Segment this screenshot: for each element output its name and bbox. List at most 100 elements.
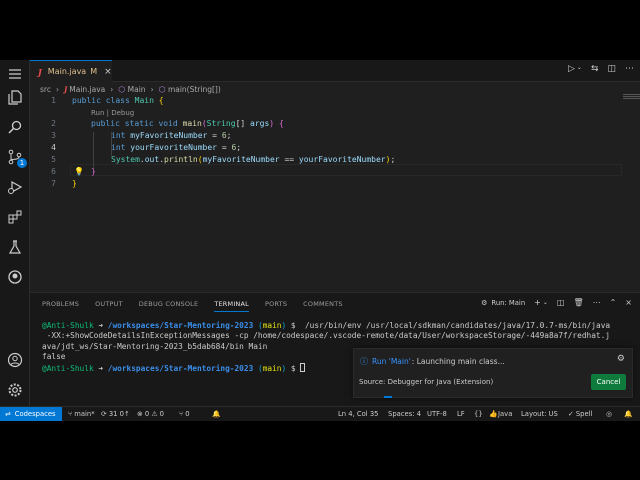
java-file-icon: J: [63, 85, 68, 94]
terminal-line: -XX:+ShowCodeDetailsInExceptionMessages …: [42, 331, 610, 341]
code-line-6: }: [91, 167, 96, 176]
cancel-button[interactable]: Cancel: [591, 374, 626, 390]
current-line-highlight: [70, 164, 622, 176]
tab-close-icon[interactable]: ×: [104, 67, 112, 77]
editor-actions: ▷ ⌄ ⇆ ◫ ⋯: [568, 64, 634, 74]
lightbulb-icon[interactable]: 💡: [74, 167, 84, 176]
tab-problems[interactable]: PROBLEMS: [42, 300, 79, 312]
spell-check[interactable]: ✓ Spell: [568, 410, 592, 418]
run-button-icon[interactable]: ▷: [568, 64, 575, 74]
more-actions-icon[interactable]: ⋯: [625, 64, 634, 74]
extensions-icon[interactable]: [5, 207, 25, 227]
notification-message: ⓘ Run 'Main': Launching main class...: [360, 356, 505, 367]
kill-terminal-icon[interactable]: 🗑: [573, 298, 583, 307]
breadcrumb-class[interactable]: ⬡ Main: [118, 85, 145, 94]
settings-gear-icon[interactable]: [5, 380, 25, 400]
ports-indicator[interactable]: ⑂ 0: [179, 410, 190, 418]
maximize-panel-icon[interactable]: ⌃: [610, 298, 617, 307]
minimap[interactable]: [623, 94, 640, 100]
keyboard-layout[interactable]: Layout: US: [521, 410, 558, 418]
terminal-dropdown-icon[interactable]: ⌄: [543, 299, 548, 306]
account-icon[interactable]: [5, 350, 25, 370]
source-control-badge: 1: [17, 158, 27, 168]
breadcrumb-separator: ›: [55, 85, 59, 94]
panel-actions: ⚙ Run: Main + ⌄ ◫ 🗑 ⋯ ⌃ ×: [481, 298, 632, 307]
spell-label: Spell: [575, 410, 593, 418]
breadcrumb-separator: ›: [110, 85, 114, 94]
tab-main-java[interactable]: J Main.java M ×: [30, 60, 112, 82]
language-brace-icon[interactable]: {}: [474, 410, 483, 418]
letterbox-top: [0, 0, 640, 60]
code-line-3: int myFavoriteNumber = 6;: [111, 131, 232, 140]
code-lens-run-debug[interactable]: Run | Debug: [91, 109, 134, 117]
code-line-1: public class Main {: [72, 96, 164, 105]
open-changes-icon[interactable]: ⇆: [591, 64, 599, 74]
line-number: 5: [51, 155, 56, 164]
code-editor[interactable]: 1 public class Main { Run | Debug 2 publ…: [30, 94, 640, 292]
remote-icon: ⇌: [5, 410, 11, 418]
line-number: 1: [51, 96, 56, 105]
tab-debug-console[interactable]: DEBUG CONSOLE: [139, 300, 199, 312]
code-line-7: }: [72, 179, 77, 188]
indent-guide: [93, 132, 94, 168]
testing-icon[interactable]: [5, 237, 25, 257]
vscode-window: 1 J Main.java M × ▷ ⌄ ⇆ ◫ ⋯ src › J Main…: [0, 60, 640, 421]
ports-count: 0: [185, 410, 190, 418]
bell-icon[interactable]: 🔔: [212, 410, 220, 418]
tab-output[interactable]: OUTPUT: [95, 300, 123, 312]
tab-terminal[interactable]: TERMINAL: [214, 300, 249, 312]
notifications-icon[interactable]: 🔔: [624, 410, 632, 418]
branch-label: main*: [74, 410, 95, 418]
encoding[interactable]: UTF-8: [427, 410, 447, 418]
tab-file-name: Main.java: [47, 67, 87, 76]
source-control-icon[interactable]: 1: [5, 147, 27, 168]
end-of-line[interactable]: LF: [457, 410, 465, 418]
run-debug-icon[interactable]: [5, 177, 25, 197]
problems-indicator[interactable]: ⊗ 0 ⚠ 0: [137, 410, 164, 418]
terminal-cursor: [300, 362, 306, 372]
line-number: 4: [51, 143, 56, 152]
remote-indicator[interactable]: ⇌ Codespaces: [0, 407, 62, 421]
line-number: 3: [51, 131, 56, 140]
indentation[interactable]: Spaces: 4: [388, 410, 421, 418]
line-number: 2: [51, 119, 56, 128]
sync-indicator[interactable]: ⟳ 31 0↑: [101, 410, 130, 418]
github-icon[interactable]: [5, 267, 25, 287]
breadcrumb-file[interactable]: J Main.java: [64, 85, 105, 94]
search-icon[interactable]: [5, 117, 25, 137]
notification-settings-icon[interactable]: ⚙: [617, 354, 625, 364]
code-line-4: int yourFavoriteNumber = 6;: [111, 143, 242, 152]
close-panel-icon[interactable]: ×: [625, 298, 632, 307]
copilot-icon[interactable]: ◎: [606, 410, 612, 418]
java-status-icon[interactable]: 👍: [489, 410, 497, 418]
breadcrumb-method[interactable]: ⬡ main(String[]): [159, 85, 221, 94]
tab-comments[interactable]: COMMENTS: [303, 300, 343, 312]
explorer-icon[interactable]: [5, 87, 25, 107]
split-editor-icon[interactable]: ◫: [607, 64, 616, 74]
run-dropdown-icon[interactable]: ⌄: [577, 64, 582, 74]
menu-icon[interactable]: [5, 64, 25, 84]
java-file-icon: J: [38, 66, 42, 77]
notification-text: : Launching main class...: [411, 357, 505, 366]
new-terminal-icon[interactable]: +: [534, 298, 541, 307]
notification-run-prefix: Run 'Main': [372, 357, 411, 366]
editor-tab-bar: J Main.java M × ▷ ⌄ ⇆ ◫ ⋯: [30, 60, 640, 82]
breadcrumb: src › J Main.java › ⬡ Main › ⬡ main(Strin…: [40, 83, 221, 96]
more-actions-icon[interactable]: ⋯: [593, 298, 601, 307]
code-line-5: System.out.println(myFavoriteNumber == y…: [111, 155, 396, 164]
class-icon: ⬡: [118, 85, 126, 94]
terminal-line: @Anti-Shulk ➜ /workspaces/Star-Mentoring…: [42, 321, 611, 330]
language-mode[interactable]: Java: [498, 410, 512, 418]
status-bar: ⇌ Codespaces ⑂ main* ⟳ 31 0↑ ⊗ 0 ⚠ 0 ⑂ 0…: [0, 406, 640, 421]
breadcrumb-folder[interactable]: src: [40, 85, 51, 94]
terminal-name[interactable]: Run: Main: [491, 299, 525, 307]
method-icon: ⬡: [158, 85, 166, 94]
launch-notification: ⓘ Run 'Main': Launching main class... ⚙ …: [353, 348, 633, 398]
tab-ports[interactable]: PORTS: [265, 300, 287, 312]
line-number: 6: [51, 167, 56, 176]
cursor-position[interactable]: Ln 4, Col 35: [338, 410, 379, 418]
breadcrumb-class-label: Main: [127, 85, 146, 94]
panel-tabs: PROBLEMS OUTPUT DEBUG CONSOLE TERMINAL P…: [42, 300, 343, 312]
branch-indicator[interactable]: ⑂ main*: [68, 410, 95, 418]
split-terminal-icon[interactable]: ◫: [557, 298, 565, 307]
